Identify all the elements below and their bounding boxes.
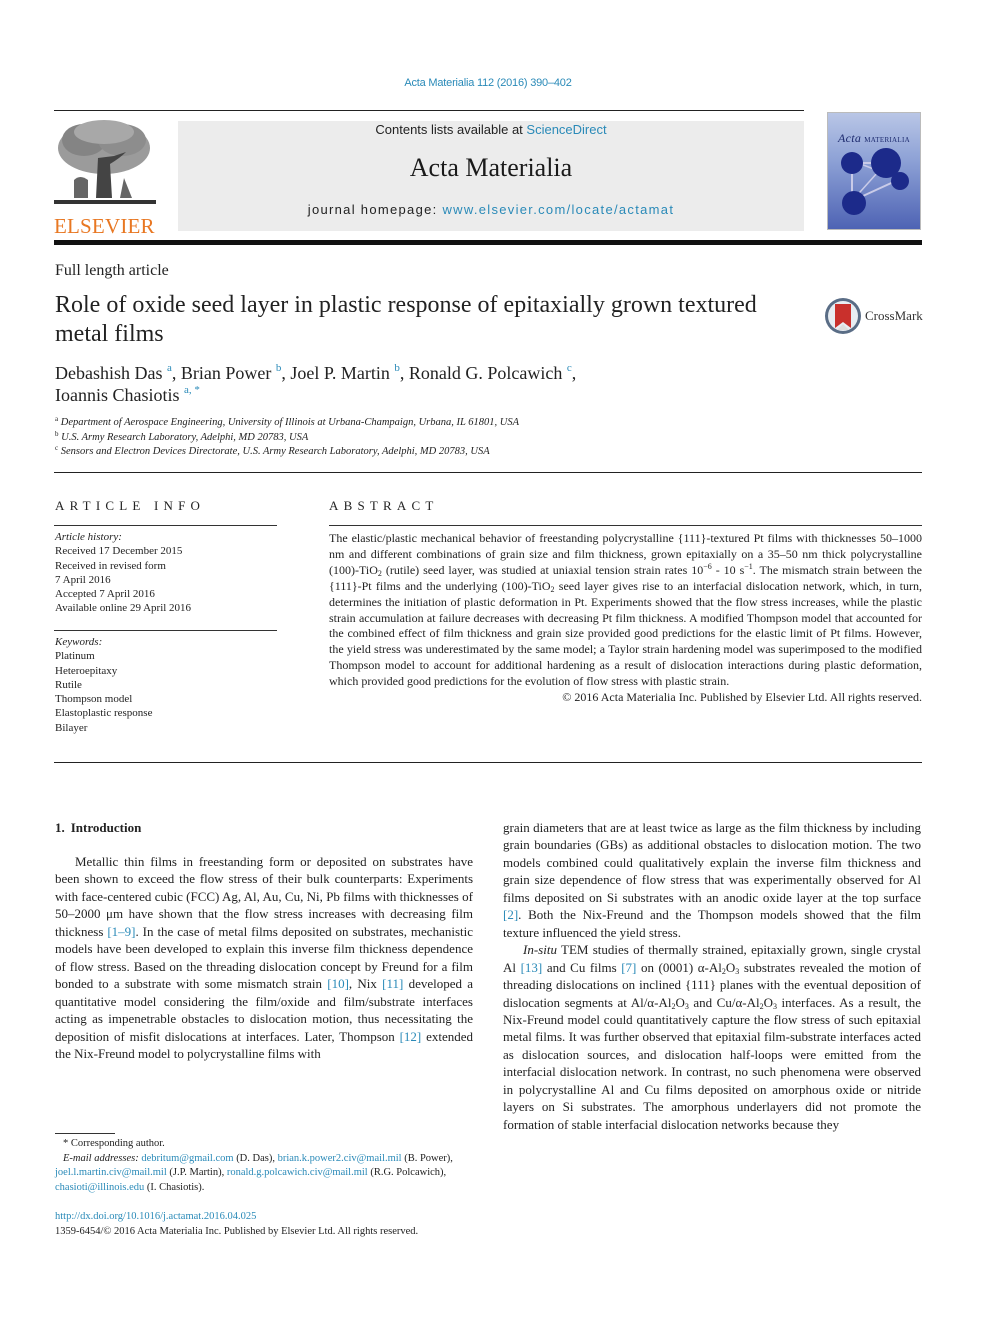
citation-link[interactable]: [12] bbox=[400, 1029, 422, 1044]
cover-molecule-icon bbox=[841, 148, 909, 215]
history-item: Accepted 7 April 2016 bbox=[55, 588, 155, 601]
issn-copyright: 1359-6454/© 2016 Acta Materialia Inc. Pu… bbox=[55, 1226, 419, 1237]
crossmark-icon bbox=[825, 298, 861, 334]
article-info-heading: ARTICLE INFO bbox=[55, 498, 206, 513]
section-title: Introduction bbox=[70, 820, 142, 835]
contents-label: Contents lists available at bbox=[375, 122, 527, 137]
info-rule bbox=[54, 630, 277, 631]
abstract-bottom-rule bbox=[54, 762, 922, 763]
author-name: Ronald G. Polcawich bbox=[408, 363, 563, 383]
author-list: Debashish Das a, Brian Power b, Joel P. … bbox=[55, 362, 755, 406]
crossmark-badge[interactable]: CrossMark bbox=[824, 296, 924, 336]
affiliation: c Sensors and Electron Devices Directora… bbox=[55, 445, 755, 460]
author[interactable]: Ioannis Chasiotis a, * bbox=[55, 384, 200, 406]
journal-reference[interactable]: Acta Materialia 112 (2016) 390–402 bbox=[0, 77, 976, 89]
author-name: Debashish Das bbox=[55, 363, 163, 383]
history-item: Received in revised form bbox=[55, 559, 166, 572]
elsevier-wordmark: ELSEVIER bbox=[54, 214, 155, 238]
affiliation-text: Department of Aerospace Engineering, Uni… bbox=[60, 417, 520, 428]
body-paragraph: grain diameters that are at least twice … bbox=[503, 820, 921, 940]
abstract-paragraph: The elastic/plastic mechanical behavior … bbox=[329, 531, 922, 689]
email-link[interactable]: chasioti@illinois.edu bbox=[55, 1182, 144, 1193]
author[interactable]: Brian Power b bbox=[180, 363, 281, 384]
email-link[interactable]: ronald.g.polcawich.civ@mail.mil bbox=[227, 1167, 368, 1178]
keywords-label: Keywords: bbox=[55, 636, 103, 648]
body-paragraph: Metallic thin films in freestanding form… bbox=[55, 854, 474, 1061]
header-thick-rule bbox=[54, 240, 922, 245]
sciencedirect-link[interactable]: ScienceDirect bbox=[526, 122, 606, 137]
author[interactable]: Joel P. Martin b bbox=[290, 363, 400, 384]
author[interactable]: Debashish Das a bbox=[55, 363, 172, 384]
affiliation-text: Sensors and Electron Devices Directorate… bbox=[60, 446, 490, 458]
corresponding-author-note: * Corresponding author. bbox=[63, 1138, 165, 1149]
doi-link[interactable]: http://dx.doi.org/10.1016/j.actamat.2016… bbox=[55, 1211, 256, 1222]
author-separator: , bbox=[571, 363, 577, 383]
affiliation-label: a bbox=[55, 415, 59, 423]
citation-link[interactable]: [2] bbox=[503, 907, 518, 922]
email-addresses: E-mail addresses: debritum@gmail.com (D.… bbox=[55, 1152, 453, 1193]
affiliation-mark[interactable]: a, * bbox=[184, 384, 200, 396]
keywords: Keywords: Platinum Heteroepitaxy Rutile … bbox=[55, 635, 275, 735]
header-rule bbox=[54, 110, 804, 111]
article-history: Article history: Received 17 December 20… bbox=[55, 530, 275, 616]
footnotes: * Corresponding author. E-mail addresses… bbox=[55, 1137, 475, 1195]
citation-link[interactable]: [10] bbox=[327, 976, 349, 991]
email-label: E-mail addresses: bbox=[63, 1152, 139, 1164]
history-item: 7 April 2016 bbox=[55, 573, 111, 586]
journal-masthead: Contents lists available at ScienceDirec… bbox=[178, 121, 804, 231]
abstract-rule bbox=[329, 525, 922, 526]
keyword: Thompson model bbox=[55, 693, 133, 706]
affiliation: a Department of Aerospace Engineering, U… bbox=[55, 416, 755, 431]
journal-title: Acta Materialia bbox=[409, 153, 573, 182]
keyword: Rutile bbox=[55, 678, 82, 691]
body-column-right: grain diameters that are at least twice … bbox=[503, 819, 921, 1133]
author[interactable]: Ronald G. Polcawich c bbox=[408, 363, 572, 384]
section-heading-introduction: 1. Introduction bbox=[55, 820, 147, 836]
affiliations: a Department of Aerospace Engineering, U… bbox=[55, 416, 755, 460]
history-item: Received 17 December 2015 bbox=[55, 545, 183, 558]
body-column-left: Metallic thin films in freestanding form… bbox=[55, 853, 473, 1062]
info-rule bbox=[54, 525, 277, 526]
elsevier-tree-icon bbox=[54, 118, 156, 210]
history-label: Article history: bbox=[55, 531, 122, 543]
citation-link[interactable]: [7] bbox=[621, 960, 636, 975]
affiliation-text: U.S. Army Research Laboratory, Adelphi, … bbox=[61, 431, 309, 443]
abstract-text: The elastic/plastic mechanical behavior … bbox=[329, 531, 922, 706]
section-number: 1. bbox=[55, 820, 65, 835]
article-title: Role of oxide seed layer in plastic resp… bbox=[55, 292, 757, 347]
author-name: Joel P. Martin bbox=[290, 363, 390, 383]
footnote-rule bbox=[55, 1133, 115, 1134]
abstract-heading: ABSTRACT bbox=[329, 498, 439, 513]
elsevier-logo: ELSEVIER bbox=[54, 118, 156, 238]
homepage-link[interactable]: www.elsevier.com/locate/actamat bbox=[442, 202, 674, 217]
history-item: Available online 29 April 2016 bbox=[55, 602, 192, 615]
article-type: Full length article bbox=[55, 262, 169, 279]
contents-line: Contents lists available at ScienceDirec… bbox=[178, 122, 804, 137]
body-paragraph: In-situ TEM studies of thermally straine… bbox=[503, 942, 921, 1132]
crossmark-label: CrossMark bbox=[865, 308, 923, 323]
keyword: Elastoplastic response bbox=[55, 707, 153, 720]
keyword: Bilayer bbox=[55, 721, 88, 734]
keyword: Platinum bbox=[55, 650, 95, 663]
citation-link[interactable]: [1–9] bbox=[107, 924, 135, 939]
homepage-label: journal homepage: bbox=[307, 202, 443, 217]
section-rule bbox=[54, 472, 922, 473]
abstract-copyright: © 2016 Acta Materialia Inc. Published by… bbox=[562, 690, 922, 705]
author-name: Brian Power bbox=[180, 363, 272, 383]
email-link[interactable]: brian.k.power2.civ@mail.mil bbox=[278, 1153, 402, 1164]
affiliation-label: c bbox=[55, 444, 59, 453]
email-link[interactable]: debritum@gmail.com bbox=[141, 1153, 233, 1164]
email-link[interactable]: joel.l.martin.civ@mail.mil bbox=[55, 1167, 167, 1178]
journal-cover-image[interactable]: Acta MATERIALIA bbox=[827, 112, 921, 230]
author-name: Ioannis Chasiotis bbox=[55, 385, 180, 405]
keyword: Heteroepitaxy bbox=[55, 664, 118, 677]
citation-link[interactable]: [11] bbox=[382, 976, 403, 991]
affiliation-label: b bbox=[55, 429, 59, 438]
author-separator: , bbox=[399, 363, 409, 383]
homepage-line: journal homepage: www.elsevier.com/locat… bbox=[178, 202, 804, 217]
citation-link[interactable]: [13] bbox=[521, 960, 543, 975]
author-separator: , bbox=[281, 363, 291, 383]
author-separator: , bbox=[171, 363, 181, 383]
affiliation: b U.S. Army Research Laboratory, Adelphi… bbox=[55, 429, 755, 446]
